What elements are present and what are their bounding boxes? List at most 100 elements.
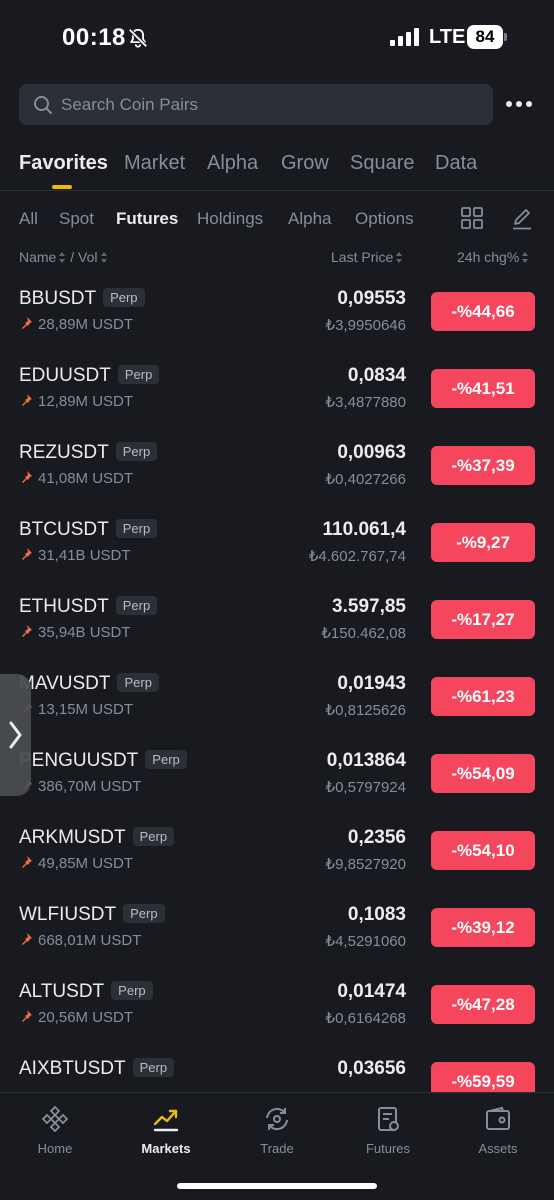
- subtab-spot[interactable]: Spot: [59, 209, 94, 229]
- fiat-price: ₺0,8125626: [325, 702, 406, 719]
- table-row[interactable]: ARKMUSDT Perp 49,85M USDT 0,2356 ₺9,85279…: [0, 819, 554, 896]
- subtab-all[interactable]: All: [19, 209, 38, 229]
- nav-label: Assets: [478, 1141, 518, 1156]
- table-row[interactable]: REZUSDT Perp 41,08M USDT 0,00963 ₺0,40272…: [0, 434, 554, 511]
- column-header-name[interactable]: Name / Vol: [19, 249, 108, 265]
- nav-markets[interactable]: Markets: [111, 1105, 221, 1165]
- nav-label: Futures: [365, 1141, 411, 1156]
- table-row[interactable]: EDUUSDT Perp 12,89M USDT 0,0834 ₺3,487788…: [0, 357, 554, 434]
- volume: 31,41B USDT: [19, 547, 131, 564]
- subtab-options[interactable]: Options: [355, 209, 414, 229]
- column-header-last-price[interactable]: Last Price: [331, 249, 403, 265]
- last-price: 0,1083: [347, 904, 406, 925]
- column-name-label: Name: [19, 249, 57, 265]
- perp-tag: Perp: [117, 673, 159, 692]
- pin-icon: [22, 1010, 32, 1022]
- table-row[interactable]: PENGUUSDT Perp 386,70M USDT 0,013864 ₺0,5…: [0, 742, 554, 819]
- table-row[interactable]: BBUSDT Perp 28,89M USDT 0,09553 ₺3,995064…: [0, 280, 554, 357]
- pin-icon: [22, 471, 32, 483]
- futures-icon: [378, 1107, 399, 1131]
- edit-icon[interactable]: [510, 207, 534, 231]
- column-header-change[interactable]: 24h chg%: [457, 249, 529, 265]
- more-icon[interactable]: [506, 96, 532, 112]
- nav-home[interactable]: Home: [0, 1105, 110, 1165]
- last-price: 0,01474: [337, 981, 406, 1002]
- volume: 20,56M USDT: [19, 1009, 133, 1026]
- nav-trade[interactable]: Trade: [222, 1105, 332, 1165]
- pair-name: BTCUSDT Perp: [19, 519, 158, 541]
- tab-grow[interactable]: Grow: [281, 152, 329, 175]
- pin-icon: [22, 933, 32, 945]
- nav-assets[interactable]: Assets: [443, 1105, 553, 1165]
- bell-muted-icon: [128, 28, 148, 48]
- change-badge[interactable]: -%39,12: [431, 908, 535, 947]
- change-badge[interactable]: -%9,27: [431, 523, 535, 562]
- tab-alpha[interactable]: Alpha: [207, 152, 258, 175]
- last-price: 0,00963: [337, 442, 406, 463]
- tab-favorites[interactable]: Favorites: [19, 152, 108, 175]
- column-last-price-label: Last Price: [331, 249, 394, 265]
- change-badge[interactable]: -%54,09: [431, 754, 535, 793]
- fiat-price: ₺150.462,08: [321, 625, 406, 642]
- table-row[interactable]: WLFIUSDT Perp 668,01M USDT 0,1083 ₺4,5291…: [0, 896, 554, 973]
- table-row[interactable]: BTCUSDT Perp 31,41B USDT 110.061,4 ₺4.602…: [0, 511, 554, 588]
- sort-icon: [522, 252, 529, 264]
- trade-icon: [266, 1107, 288, 1131]
- last-price: 110.061,4: [322, 519, 406, 540]
- coin-pair-list[interactable]: BBUSDT Perp 28,89M USDT 0,09553 ₺3,995064…: [0, 280, 554, 1092]
- subtab-futures[interactable]: Futures: [116, 209, 178, 229]
- change-badge[interactable]: -%17,27: [431, 600, 535, 639]
- last-price: 0,09553: [337, 288, 406, 309]
- table-row[interactable]: ALTUSDT Perp 20,56M USDT 0,01474 ₺0,61642…: [0, 973, 554, 1050]
- last-price: 0,03656: [337, 1058, 406, 1079]
- pair-name: ETHUSDT Perp: [19, 596, 158, 618]
- volume: 668,01M USDT: [19, 932, 141, 949]
- subtab-alpha[interactable]: Alpha: [288, 209, 331, 229]
- pair-name: ALTUSDT Perp: [19, 981, 153, 1003]
- main-tabs: Favorites Market Alpha Grow Square Data: [0, 148, 554, 190]
- change-badge[interactable]: -%47,28: [431, 985, 535, 1024]
- fiat-price: ₺4,5291060: [325, 933, 406, 950]
- side-drawer-handle[interactable]: [0, 674, 31, 796]
- change-badge[interactable]: -%44,66: [431, 292, 535, 331]
- pair-name: BBUSDT Perp: [19, 288, 145, 310]
- pair-name: REZUSDT Perp: [19, 442, 158, 464]
- chevron-right-icon: [9, 721, 22, 749]
- tabs-divider: [0, 190, 554, 191]
- change-badge[interactable]: -%37,39: [431, 446, 535, 485]
- table-row[interactable]: MAVUSDT Perp 13,15M USDT 0,01943 ₺0,81256…: [0, 665, 554, 742]
- nav-futures[interactable]: Futures: [333, 1105, 443, 1165]
- signal-icon: [390, 28, 420, 46]
- pair-name: PENGUUSDT Perp: [19, 750, 187, 772]
- tab-data[interactable]: Data: [435, 152, 477, 175]
- table-row[interactable]: AIXBTUSDT Perp 0,03656 -%59,59: [0, 1050, 554, 1092]
- subtab-holdings[interactable]: Holdings: [197, 209, 263, 229]
- volume: 41,08M USDT: [19, 470, 133, 487]
- search-input[interactable]: [61, 84, 481, 125]
- sort-icon: [59, 252, 66, 264]
- search-bar[interactable]: [19, 84, 493, 125]
- change-badge[interactable]: -%61,23: [431, 677, 535, 716]
- tab-market[interactable]: Market: [124, 152, 185, 175]
- battery-level: 84: [475, 27, 495, 46]
- nav-label: Trade: [260, 1141, 294, 1156]
- change-badge[interactable]: -%59,59: [431, 1062, 535, 1092]
- change-badge[interactable]: -%54,10: [431, 831, 535, 870]
- perp-tag: Perp: [117, 365, 160, 384]
- search-icon: [34, 96, 52, 114]
- tab-square[interactable]: Square: [350, 152, 415, 175]
- volume: 28,89M USDT: [19, 316, 133, 333]
- table-row[interactable]: ETHUSDT Perp 35,94B USDT 3.597,85 ₺150.46…: [0, 588, 554, 665]
- change-badge[interactable]: -%41,51: [431, 369, 535, 408]
- status-bar: 00:18 LTE 84: [0, 0, 554, 76]
- perp-tag: Perp: [115, 519, 158, 538]
- volume: 13,15M USDT: [19, 701, 133, 718]
- pin-icon: [22, 625, 32, 637]
- pair-name: AIXBTUSDT Perp: [19, 1058, 175, 1080]
- grid-view-icon[interactable]: [461, 207, 483, 229]
- last-price: 0,013864: [326, 750, 406, 771]
- pair-name: ARKMUSDT Perp: [19, 827, 175, 849]
- battery-icon: 84: [467, 25, 507, 49]
- fiat-price: ₺0,4027266: [325, 471, 406, 488]
- status-time: 00:18: [62, 24, 126, 51]
